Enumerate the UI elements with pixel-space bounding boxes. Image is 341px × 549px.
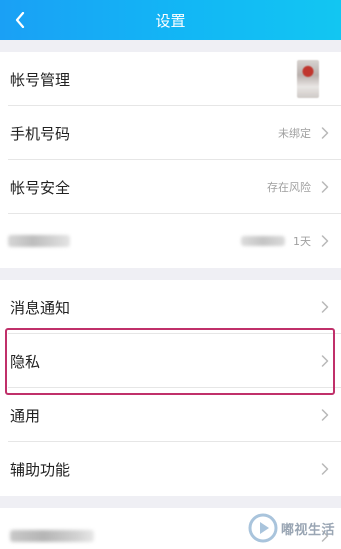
row-label: 帐号安全 bbox=[10, 178, 71, 197]
page-title: 设置 bbox=[155, 11, 186, 30]
chevron-right-icon bbox=[321, 463, 329, 475]
account-settings-group: 帐号管理 手机号码 未绑定 帐号安全 存在风险 1天 bbox=[0, 52, 341, 268]
chevron-right-icon bbox=[321, 409, 329, 421]
top-bar: 设置 bbox=[0, 0, 341, 40]
chevron-right-icon bbox=[321, 127, 329, 139]
row-label: 消息通知 bbox=[10, 298, 71, 317]
back-button[interactable] bbox=[4, 0, 36, 40]
settings-row-phone-number[interactable]: 手机号码 未绑定 bbox=[0, 106, 341, 160]
row-value: 存在风险 bbox=[267, 181, 311, 194]
blurred-label bbox=[8, 235, 70, 247]
settings-row-account-management[interactable]: 帐号管理 bbox=[0, 52, 341, 106]
chevron-right-icon bbox=[321, 235, 329, 247]
watermark: 嘟视生活 bbox=[248, 513, 335, 543]
row-value: 1天 bbox=[293, 235, 311, 248]
row-label: 通用 bbox=[10, 406, 41, 425]
chevron-right-icon bbox=[321, 181, 329, 193]
row-label: 辅助功能 bbox=[10, 460, 71, 479]
avatar bbox=[297, 60, 319, 98]
settings-row-notifications[interactable]: 消息通知 bbox=[0, 280, 341, 334]
chevron-right-icon bbox=[321, 301, 329, 313]
settings-row-privacy[interactable]: 隐私 bbox=[0, 334, 341, 388]
blurred-value bbox=[241, 236, 285, 246]
chevron-left-icon bbox=[15, 12, 25, 28]
settings-row-account-security[interactable]: 帐号安全 存在风险 bbox=[0, 160, 341, 214]
settings-row-accessibility[interactable]: 辅助功能 bbox=[0, 442, 341, 496]
watermark-text: 嘟视生活 bbox=[280, 522, 335, 538]
row-label: 隐私 bbox=[10, 352, 41, 371]
row-value: 未绑定 bbox=[278, 127, 311, 140]
chevron-right-icon bbox=[321, 355, 329, 367]
row-label: 手机号码 bbox=[10, 124, 71, 143]
row-label: 帐号管理 bbox=[10, 70, 71, 89]
general-settings-group: 消息通知 隐私 通用 辅助功能 bbox=[0, 280, 341, 496]
settings-row-general[interactable]: 通用 bbox=[0, 388, 341, 442]
play-logo-icon bbox=[248, 513, 278, 543]
blurred-label bbox=[10, 530, 94, 542]
settings-row-blurred[interactable]: 1天 bbox=[0, 214, 341, 268]
